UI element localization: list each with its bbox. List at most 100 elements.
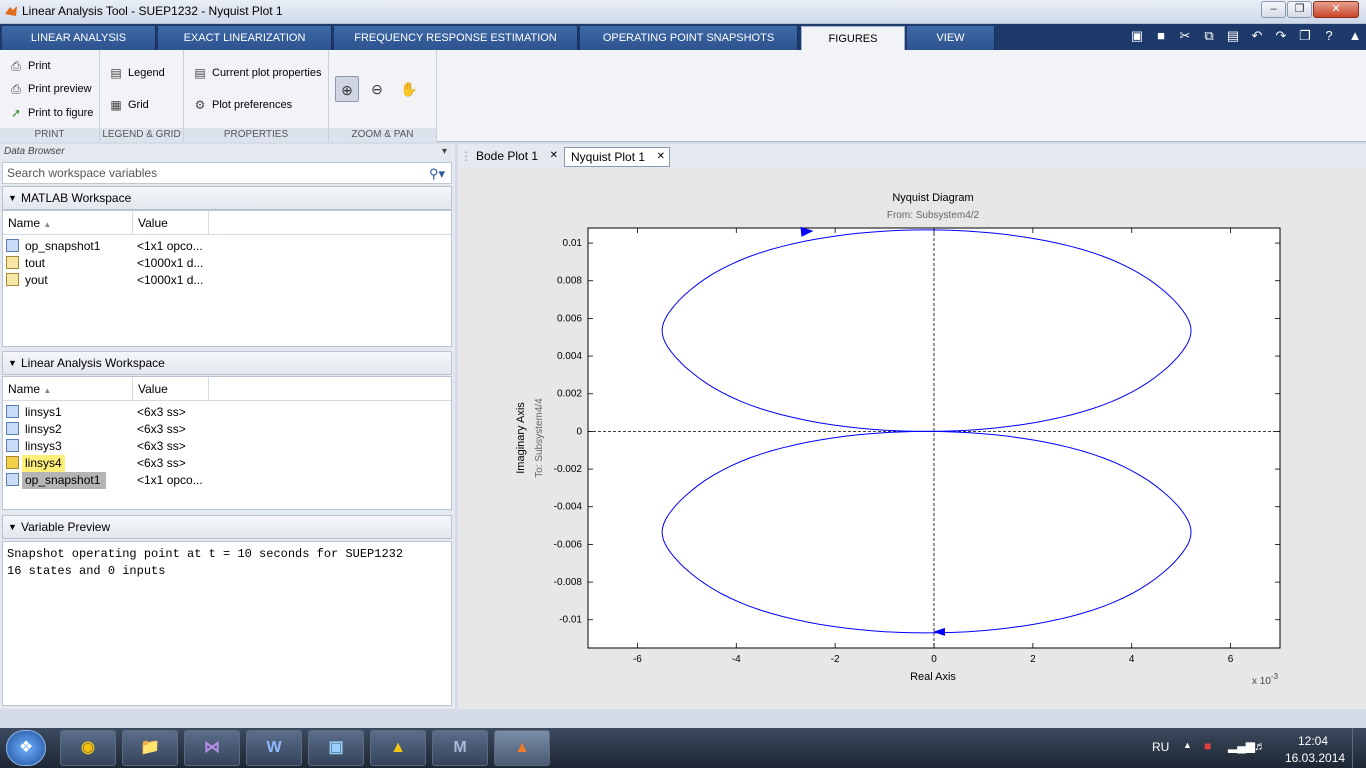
tab-figures[interactable]: FIGURES [801, 26, 905, 50]
close-tab-icon[interactable]: ✕ [657, 148, 665, 166]
photo-icon[interactable]: ▣ [308, 730, 364, 766]
collapse-ribbon-icon[interactable]: ▲ [1346, 27, 1364, 45]
properties-group: ▤ Current plot properties ⚙ Plot preferenc… [184, 50, 329, 142]
tab-nyquist-plot-1[interactable]: Nyquist Plot 1 ✕ [564, 147, 670, 167]
table-row[interactable]: linsys1 <6x3 ss> [3, 404, 451, 421]
tab-view[interactable]: VIEW [907, 26, 995, 50]
cut-icon[interactable]: ✂ [1176, 27, 1194, 45]
paste-icon[interactable]: ▤ [1224, 27, 1242, 45]
y-tick-label: -0.008 [554, 577, 583, 588]
legend-icon: ▤ [110, 66, 122, 80]
save-icon[interactable]: ■ [1152, 27, 1170, 45]
variable-preview-header[interactable]: ▼ Variable Preview [2, 515, 452, 539]
table-row[interactable]: linsys2 <6x3 ss> [3, 421, 451, 438]
clock-time[interactable]: 12:04 [1298, 734, 1328, 748]
legend-grid-group: ▤ Legend ▦ Grid LEGEND & GRID [100, 50, 184, 142]
ribbon-tab-strip: LINEAR ANALYSIS EXACT LINEARIZATION FREQ… [0, 24, 1366, 50]
value-column-header[interactable]: Value [133, 377, 209, 401]
pan-hand-icon[interactable]: ✋ [397, 76, 421, 102]
ss-model-icon [6, 439, 19, 452]
tab-operating-point-snapshots[interactable]: OPERATING POINT SNAPSHOTS [580, 26, 798, 50]
new-figure-icon[interactable]: ▣ [1128, 27, 1146, 45]
variable-preview-text: Snapshot operating point at t = 10 secon… [2, 541, 452, 706]
maximize-button[interactable]: ❐ [1287, 1, 1312, 18]
explorer-icon[interactable]: 📁 [122, 730, 178, 766]
tab-bode-plot-1[interactable]: Bode Plot 1 ✕ [470, 147, 562, 167]
tray-expand-icon[interactable]: ▲ [1183, 740, 1192, 750]
y-axis-sublabel: To: Subsystem4/4 [534, 398, 545, 478]
value-column-header[interactable]: Value [133, 211, 209, 235]
copy-icon[interactable]: ⧉ [1200, 27, 1218, 45]
clock-date[interactable]: 16.03.2014 [1285, 751, 1345, 765]
start-button[interactable]: ❖ [6, 730, 46, 766]
visual-studio-icon[interactable]: ⋈ [184, 730, 240, 766]
switch-windows-icon[interactable]: ❐ [1296, 27, 1314, 45]
x-tick-label: 4 [1129, 654, 1135, 665]
matlab-workspace-header[interactable]: ▼ MATLAB Workspace [2, 186, 452, 210]
plot-preferences-button[interactable]: ⚙ Plot preferences [192, 95, 293, 115]
network-signal-icon[interactable]: ▂▄▆ [1228, 739, 1255, 753]
collapse-triangle-icon[interactable]: ▼ [8, 352, 17, 374]
table-row[interactable]: linsys4 <6x3 ss> [3, 455, 451, 472]
tray-app-icon[interactable]: ■ [1204, 739, 1211, 753]
current-plot-properties-button[interactable]: ▤ Current plot properties [192, 63, 321, 83]
matlab-m-icon[interactable]: M [432, 730, 488, 766]
linear-analysis-workspace-table: Name ▲ Value linsys1 <6x3 ss> linsys2 <6x3… [2, 376, 452, 510]
language-indicator[interactable]: RU [1152, 740, 1169, 754]
matrix-variable-icon [6, 256, 19, 269]
tab-exact-linearization[interactable]: EXACT LINEARIZATION [158, 26, 332, 50]
zoom-in-icon[interactable]: ⊕ [335, 76, 359, 102]
search-workspace-input[interactable]: Search workspace variables ⚲▾ [2, 162, 452, 184]
legend-button[interactable]: ▤ Legend [108, 63, 164, 83]
grid-button[interactable]: ▦ Grid [108, 95, 148, 115]
x-tick-label: -2 [831, 654, 840, 665]
y-tick-label: -0.01 [559, 615, 582, 626]
close-button[interactable]: ✕ [1313, 1, 1359, 18]
volume-icon[interactable]: ♬ [1254, 739, 1266, 753]
show-desktop-button[interactable] [1352, 728, 1366, 768]
tab-frequency-response-estimation[interactable]: FREQUENCY RESPONSE ESTIMATION [334, 26, 578, 50]
opcond-variable-icon [6, 239, 19, 252]
table-row[interactable]: op_snapshot1 <1x1 opco... [3, 238, 451, 255]
opcond-variable-icon [6, 473, 19, 486]
word-icon[interactable]: W [246, 730, 302, 766]
undo-icon[interactable]: ↶ [1248, 27, 1266, 45]
tab-linear-analysis[interactable]: LINEAR ANALYSIS [2, 26, 156, 50]
search-icon[interactable]: ⚲▾ [429, 164, 445, 184]
panel-options-icon[interactable]: ▾ [442, 144, 447, 160]
close-tab-icon[interactable]: ✕ [550, 147, 558, 165]
table-row[interactable]: yout <1000x1 d... [3, 272, 451, 289]
chrome-icon[interactable]: ◉ [60, 730, 116, 766]
x-tick-label: -4 [732, 654, 741, 665]
collapse-triangle-icon[interactable]: ▼ [8, 516, 17, 538]
table-row[interactable]: op_snapshot1 <1x1 opco... [3, 472, 451, 489]
print-to-figure-button[interactable]: ➚ Print to figure [8, 103, 93, 123]
zoom-out-icon[interactable]: ⊖ [365, 76, 389, 102]
windows-taskbar: ❖ ◉ 📁 ⋈ W ▣ ▲ M ▲ RU ▲ ■ ▂▄▆ ♬ 12:04 16.… [0, 728, 1366, 768]
name-column-header[interactable]: Name ▲ [3, 377, 133, 401]
x-tick-label: 2 [1030, 654, 1036, 665]
print-button[interactable]: ⎙ Print [8, 56, 50, 76]
properties-icon: ▤ [194, 66, 206, 80]
data-browser-panel: Data Browser ▾ Search workspace variable… [0, 144, 455, 709]
simulink-icon[interactable]: ▲ [370, 730, 426, 766]
minimize-button[interactable]: – [1261, 1, 1286, 18]
table-row[interactable]: linsys3 <6x3 ss> [3, 438, 451, 455]
ss-model-icon [6, 405, 19, 418]
table-header: Name ▲ Value [3, 377, 451, 401]
ss-model-icon [6, 456, 19, 469]
y-tick-label: 0.008 [557, 276, 582, 287]
y-axis-label: Imaginary Axis [515, 402, 527, 474]
y-tick-label: -0.002 [554, 464, 583, 475]
x-tick-label: 0 [931, 654, 937, 665]
print-preview-button[interactable]: ⎙ Print preview [8, 79, 91, 99]
matlab-icon[interactable]: ▲ [494, 730, 550, 766]
name-column-header[interactable]: Name ▲ [3, 211, 133, 235]
redo-icon[interactable]: ↷ [1272, 27, 1290, 45]
linear-analysis-workspace-header[interactable]: ▼ Linear Analysis Workspace [2, 351, 452, 375]
help-icon[interactable]: ? [1320, 27, 1338, 45]
collapse-triangle-icon[interactable]: ▼ [8, 187, 17, 209]
y-tick-label: 0.006 [557, 313, 582, 324]
table-row[interactable]: tout <1000x1 d... [3, 255, 451, 272]
nyquist-chart[interactable]: Nyquist Diagram From: Subsystem4/2 -6 -4 -… [458, 168, 1366, 709]
